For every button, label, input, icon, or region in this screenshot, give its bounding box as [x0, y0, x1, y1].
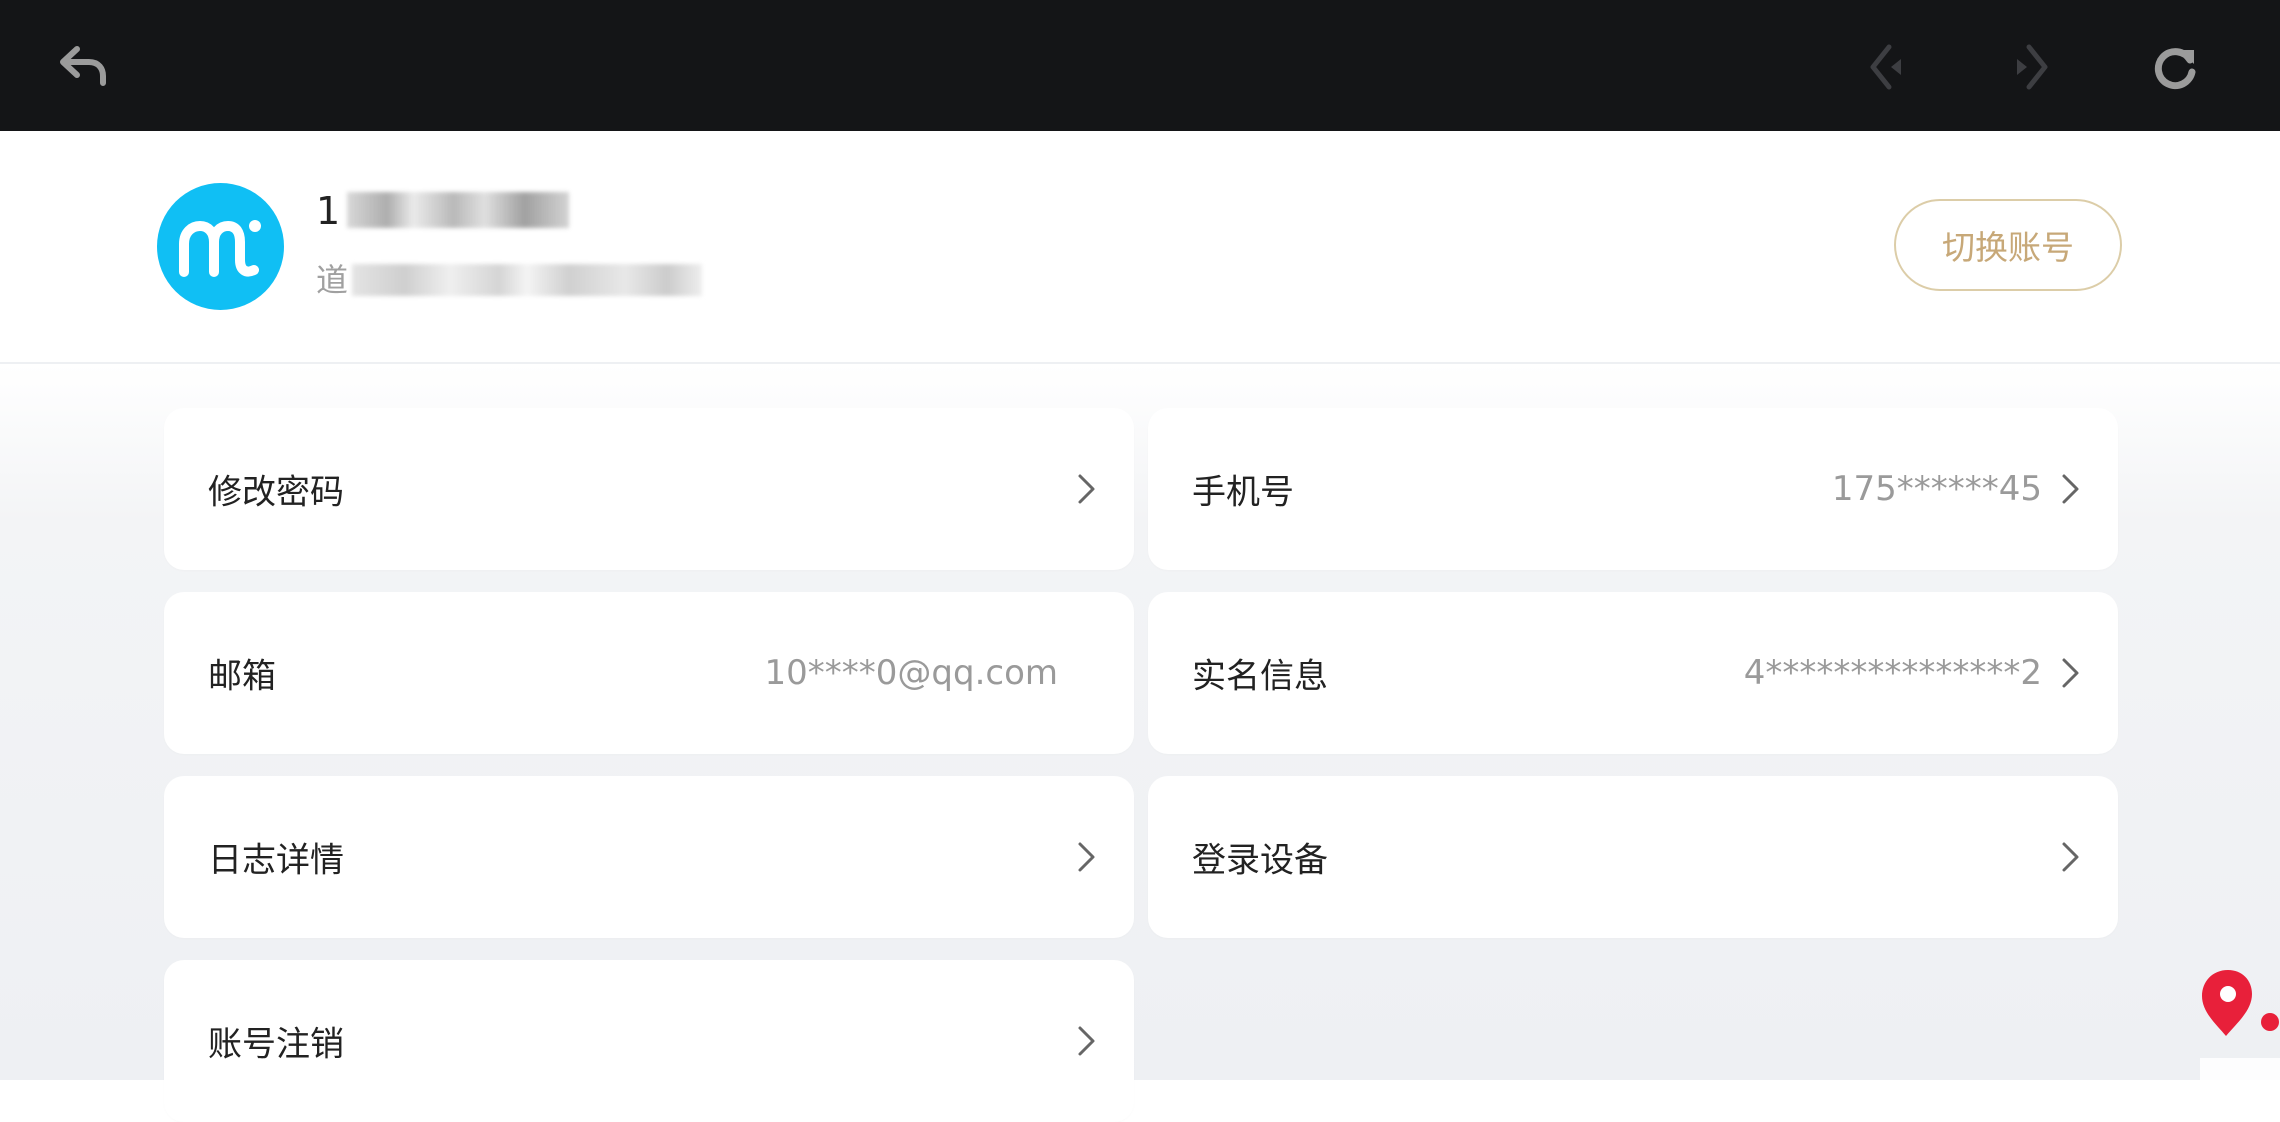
username-visible-part: 1 [316, 189, 342, 233]
account-cancel-item[interactable]: 账号注销 [164, 960, 1134, 1122]
nav-forward-icon[interactable] [2000, 36, 2062, 98]
chevron-right-icon [1078, 842, 1095, 872]
change-password-label: 修改密码 [208, 472, 344, 513]
real-name-label: 实名信息 [1192, 656, 1328, 697]
real-name-value: 4***************2 [1743, 653, 2042, 693]
log-details-label: 日志详情 [208, 840, 344, 881]
email-value: 10****0@qq.com [764, 653, 1058, 693]
avatar [157, 183, 284, 310]
login-devices-item[interactable]: 登录设备 [1148, 776, 2118, 938]
switch-account-button[interactable]: 切换账号 [1894, 199, 2122, 291]
watermark-logo-icon [2200, 970, 2280, 1080]
username-redacted [347, 192, 570, 228]
chevron-right-icon [2062, 658, 2079, 688]
chevron-right-icon [1078, 1026, 1095, 1056]
subline-visible-part: 道 [316, 261, 349, 299]
email-item[interactable]: 邮箱 10****0@qq.com [164, 592, 1134, 754]
settings-grid: 修改密码 手机号 175******45 邮箱 10****0@qq.com 实… [0, 364, 2280, 1122]
login-devices-label: 登录设备 [1192, 840, 1328, 881]
chevron-right-icon [2062, 474, 2079, 504]
log-details-item[interactable]: 日志详情 [164, 776, 1134, 938]
change-password-item[interactable]: 修改密码 [164, 408, 1134, 570]
mi-logo-icon [178, 219, 261, 277]
profile-header: 1 道 切换账号 [0, 131, 2280, 364]
back-arrow-icon[interactable] [52, 36, 114, 98]
subline-redacted [352, 264, 703, 296]
real-name-item[interactable]: 实名信息 4***************2 [1148, 592, 2118, 754]
top-toolbar [0, 0, 2280, 131]
phone-label: 手机号 [1192, 472, 1294, 513]
refresh-icon[interactable] [2144, 36, 2206, 98]
account-subline: 道 [316, 255, 703, 301]
nav-back-icon[interactable] [1856, 36, 1918, 98]
phone-value: 175******45 [1831, 469, 2042, 509]
username: 1 [316, 189, 570, 233]
chevron-right-icon [1078, 474, 1095, 504]
phone-item[interactable]: 手机号 175******45 [1148, 408, 2118, 570]
email-label: 邮箱 [208, 656, 276, 697]
chevron-right-icon [2062, 842, 2079, 872]
account-cancel-label: 账号注销 [208, 1024, 344, 1065]
